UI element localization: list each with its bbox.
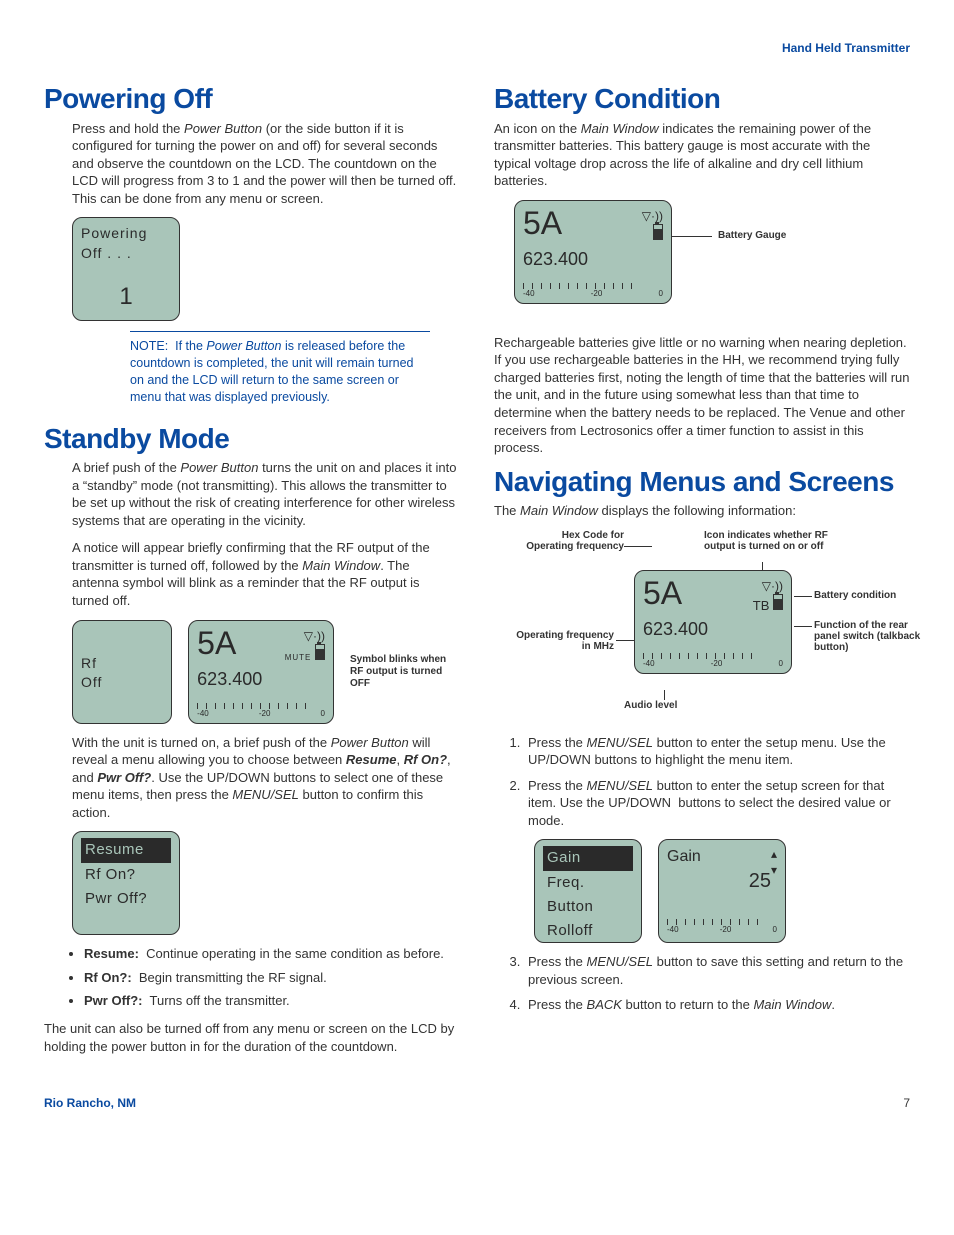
step-2: Press the MENU/SEL button to enter the s… bbox=[524, 777, 910, 830]
lcd-rf-l1: Rf bbox=[81, 654, 163, 673]
running-head: Hand Held Transmitter bbox=[44, 40, 910, 56]
battery-icon bbox=[653, 224, 663, 240]
powering-off-note: NOTE: If the Power Button is released be… bbox=[130, 331, 430, 406]
step-1: Press the MENU/SEL button to enter the s… bbox=[524, 734, 910, 769]
nav-steps-2: Press the MENU/SEL button to save this s… bbox=[502, 953, 910, 1014]
lcd-freq2: 623.400 bbox=[523, 247, 663, 271]
antenna-icon: ▽·)) bbox=[304, 628, 325, 644]
lcd-rf-l2: Off bbox=[81, 673, 163, 692]
updown-icon: ▴▾ bbox=[771, 846, 777, 878]
heading-standby: Standby Mode bbox=[44, 424, 460, 453]
lcd-freq: 623.400 bbox=[197, 667, 325, 691]
powering-off-body: Press and hold the Power Button (or the … bbox=[72, 120, 460, 208]
callout-hex: Hex Code for Operating frequency bbox=[514, 530, 624, 552]
lcd-line2: Off . . . bbox=[81, 244, 171, 263]
lcd-main-mute: 5A ▽·)) MUTE 623.400 -40-200 bbox=[188, 620, 334, 724]
step-4: Press the BACK button to return to the M… bbox=[524, 996, 910, 1014]
lcd-hex: 5A bbox=[197, 627, 236, 659]
menu-item-pwroff: Pwr Off? bbox=[81, 887, 171, 911]
audio-meter: -40-200 bbox=[643, 651, 783, 669]
lcd-hex3: 5A bbox=[643, 577, 682, 609]
nav-steps: Press the MENU/SEL button to enter the s… bbox=[502, 734, 910, 830]
tb-label: TB bbox=[753, 598, 770, 613]
heading-nav: Navigating Menus and Screens bbox=[494, 467, 910, 496]
battery-p1: An icon on the Main Window indicates the… bbox=[494, 120, 910, 190]
menu-item-rfon: Rf On? bbox=[81, 863, 171, 887]
antenna-icon: ▽·)) bbox=[642, 208, 663, 224]
bullet-pwroff: Turns off the transmitter. bbox=[150, 993, 290, 1008]
standby-p2: A notice will appear briefly confirming … bbox=[72, 539, 460, 609]
lcd-freq3: 623.400 bbox=[643, 617, 783, 641]
callout-freq: Operating frequency in MHz bbox=[514, 630, 614, 652]
page-number: 7 bbox=[903, 1095, 910, 1111]
bullet-resume: Continue operating in the same condition… bbox=[146, 946, 444, 961]
battery-p2: Rechargeable batteries give little or no… bbox=[494, 334, 910, 457]
lcd-setup-menu: Gain Freq. Button Rolloff bbox=[534, 839, 642, 943]
lcd-hex2: 5A bbox=[523, 207, 562, 239]
menu-rolloff: Rolloff bbox=[543, 919, 633, 943]
bullet-rfon: Begin transmitting the RF signal. bbox=[139, 970, 327, 985]
lcd-rf-off: Rf Off bbox=[72, 620, 172, 724]
audio-meter: -40-200 bbox=[523, 281, 663, 299]
gain-value: 25 bbox=[667, 868, 777, 895]
menu-item-resume: Resume bbox=[81, 838, 171, 862]
standby-p1: A brief push of the Power Button turns t… bbox=[72, 459, 460, 529]
two-column-layout: Powering Off Press and hold the Power Bu… bbox=[44, 74, 910, 1065]
heading-battery: Battery Condition bbox=[494, 84, 910, 113]
step-3: Press the MENU/SEL button to save this s… bbox=[524, 953, 910, 988]
blink-callout: Symbol blinks when RF output is turned O… bbox=[350, 654, 460, 690]
gain-title: Gain bbox=[667, 848, 701, 865]
callout-rf: Icon indicates whether RF output is turn… bbox=[704, 530, 844, 552]
lcd-line1: Powering bbox=[81, 224, 171, 243]
callout-batt: Battery condition bbox=[814, 590, 896, 601]
heading-powering-off: Powering Off bbox=[44, 84, 460, 113]
battery-icon bbox=[773, 594, 783, 610]
lcd-battery: 5A ▽·)) 623.400 -40-200 bbox=[514, 200, 672, 304]
callout-audio: Audio level bbox=[624, 700, 677, 711]
audio-meter: -40-200 bbox=[197, 701, 325, 719]
right-column: Battery Condition An icon on the Main Wi… bbox=[494, 74, 910, 1065]
battery-icon bbox=[315, 644, 325, 660]
lcd-count: 1 bbox=[81, 281, 171, 313]
lcd-powering-off: Powering Off . . . 1 bbox=[72, 217, 180, 321]
mute-label: MUTE bbox=[285, 653, 312, 662]
lcd-main-window: 5A ▽·)) TB 623.400 -40-200 bbox=[634, 570, 792, 674]
standby-bullets: Resume: Continue operating in the same c… bbox=[64, 945, 460, 1010]
lcd-resume-menu: Resume Rf On? Pwr Off? bbox=[72, 831, 180, 935]
menu-gain: Gain bbox=[543, 846, 633, 870]
footer-location: Rio Rancho, NM bbox=[44, 1095, 136, 1111]
lcd-gain: Gain ▴▾ 25 -40-200 bbox=[658, 839, 786, 943]
menu-freq: Freq. bbox=[543, 871, 633, 895]
nav-p1: The Main Window displays the following i… bbox=[494, 502, 910, 520]
callout-func: Function of the rear panel switch (talkb… bbox=[814, 620, 924, 653]
antenna-icon: ▽·)) bbox=[762, 578, 783, 594]
callout-battery-gauge: Battery Gauge bbox=[718, 230, 786, 241]
standby-p3: With the unit is turned on, a brief push… bbox=[72, 734, 460, 822]
menu-button: Button bbox=[543, 895, 633, 919]
audio-meter: -40-200 bbox=[667, 917, 777, 935]
left-column: Powering Off Press and hold the Power Bu… bbox=[44, 74, 460, 1065]
page-footer: Rio Rancho, NM 7 bbox=[44, 1095, 910, 1111]
standby-p4: The unit can also be turned off from any… bbox=[44, 1020, 460, 1055]
